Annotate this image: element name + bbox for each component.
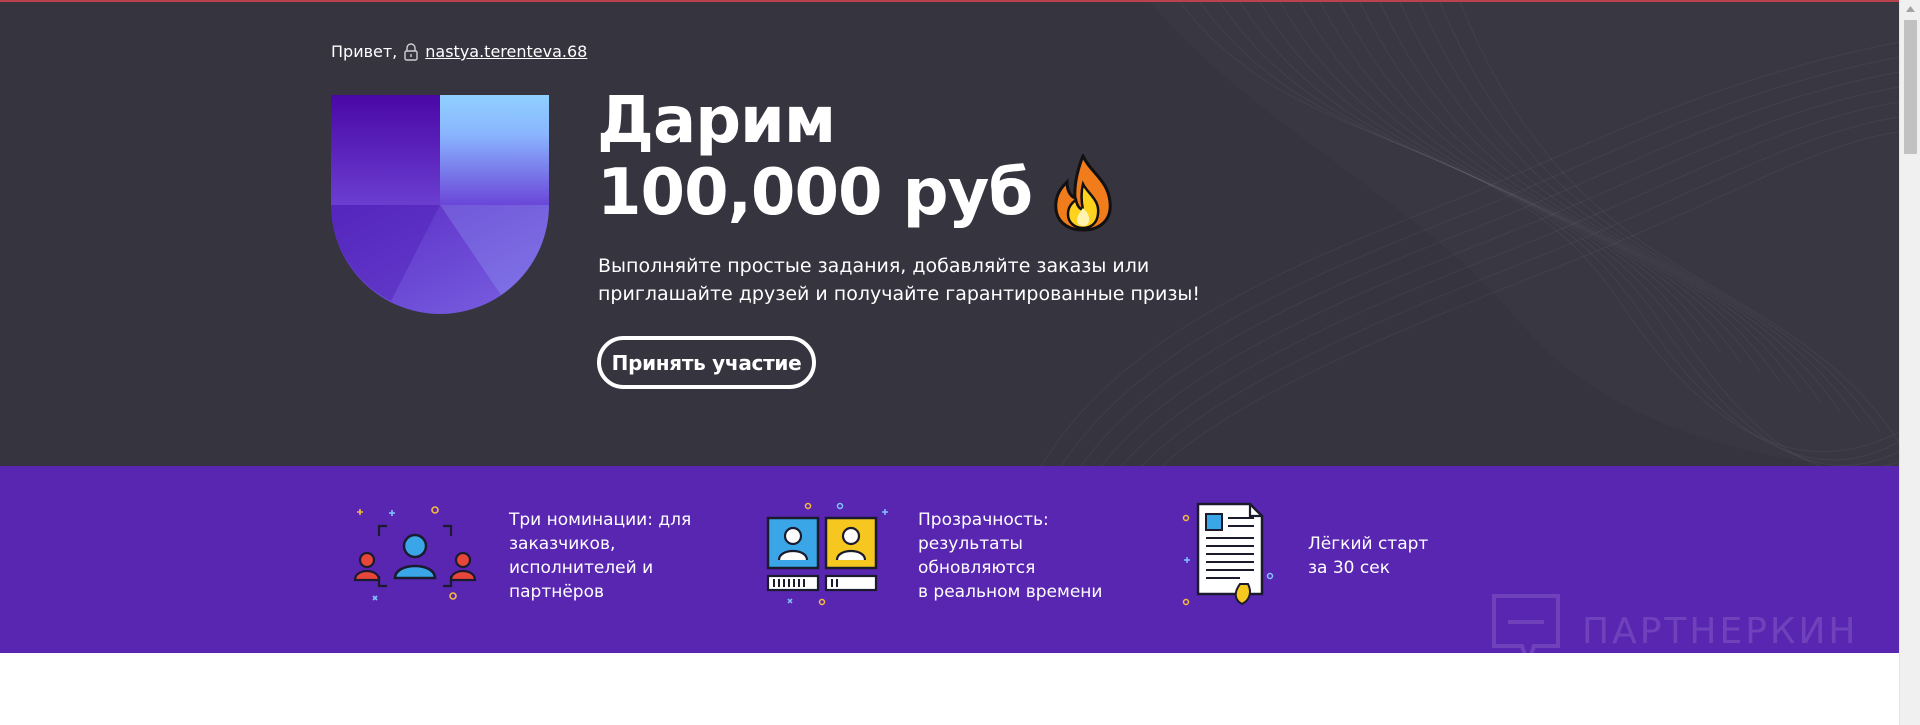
participate-button[interactable]: Принять участие xyxy=(597,336,816,389)
lock-icon xyxy=(403,42,419,61)
brand-logo xyxy=(331,95,549,314)
feature-easy-start: Лёгкий старт за 30 сек xyxy=(1170,496,1448,616)
watermark-text: ПАРТНЕРКИН xyxy=(1582,610,1859,652)
users-nomination-icon xyxy=(353,506,477,601)
scroll-thumb[interactable] xyxy=(1904,20,1917,154)
feature-transparency-line1: Прозрачность: xyxy=(918,510,1049,530)
feature-nominations-line2: заказчиков, xyxy=(509,534,616,554)
feature-easy-start-line2: за 30 сек xyxy=(1308,558,1390,578)
greeting-text: Привет, xyxy=(331,42,398,61)
scroll-up-arrow-icon[interactable] xyxy=(1900,0,1920,17)
partnerkin-watermark: ПАРТНЕРКИН xyxy=(1490,592,1858,670)
feature-nominations-line4: партнёров xyxy=(509,582,605,602)
feature-nominations: Три номинации: для заказчиков, исполните… xyxy=(345,496,699,616)
feature-transparency-line2: результаты обновляются xyxy=(918,534,1036,578)
headline-line1: Дарим xyxy=(597,84,836,158)
feature-nominations-line3: исполнителей и xyxy=(509,558,654,578)
subtitle-line1: Выполняйте простые задания, добавляйте з… xyxy=(598,255,1150,277)
feature-nominations-text: Три номинации: для заказчиков, исполните… xyxy=(509,508,699,604)
chat-bubble-icon xyxy=(1492,594,1560,670)
profiles-transparency-icon xyxy=(766,502,888,606)
headline: Дарим 100,000 руб xyxy=(597,88,1116,232)
background-waves xyxy=(1040,2,1899,466)
feature-nominations-line1: Три номинации: для xyxy=(509,510,692,530)
feature-easy-start-line1: Лёгкий старт xyxy=(1308,534,1429,554)
hero-subtitle: Выполняйте простые задания, добавляйте з… xyxy=(598,252,1218,308)
hero-section: Привет, nastya.terenteva.68 Дарим 100,00… xyxy=(0,0,1899,466)
feature-transparency: Прозрачность: результаты обновляются в р… xyxy=(758,496,1138,616)
document-icon xyxy=(1182,502,1274,606)
feature-easy-start-text: Лёгкий старт за 30 сек xyxy=(1308,532,1448,580)
feature-transparency-text: Прозрачность: результаты обновляются в р… xyxy=(918,508,1138,604)
vertical-scrollbar[interactable] xyxy=(1899,0,1920,725)
feature-transparency-line3: в реальном времени xyxy=(918,582,1103,602)
username-link[interactable]: nastya.terenteva.68 xyxy=(425,42,587,61)
headline-amount: 100,000 руб xyxy=(597,156,1033,230)
greeting: Привет, nastya.terenteva.68 xyxy=(331,42,587,61)
headline-line2-row: 100,000 руб xyxy=(597,152,1116,232)
subtitle-line2: приглашайте друзей и получайте гарантиро… xyxy=(598,283,1201,305)
fire-icon xyxy=(1050,152,1116,232)
page: Привет, nastya.terenteva.68 Дарим 100,00… xyxy=(0,0,1920,725)
